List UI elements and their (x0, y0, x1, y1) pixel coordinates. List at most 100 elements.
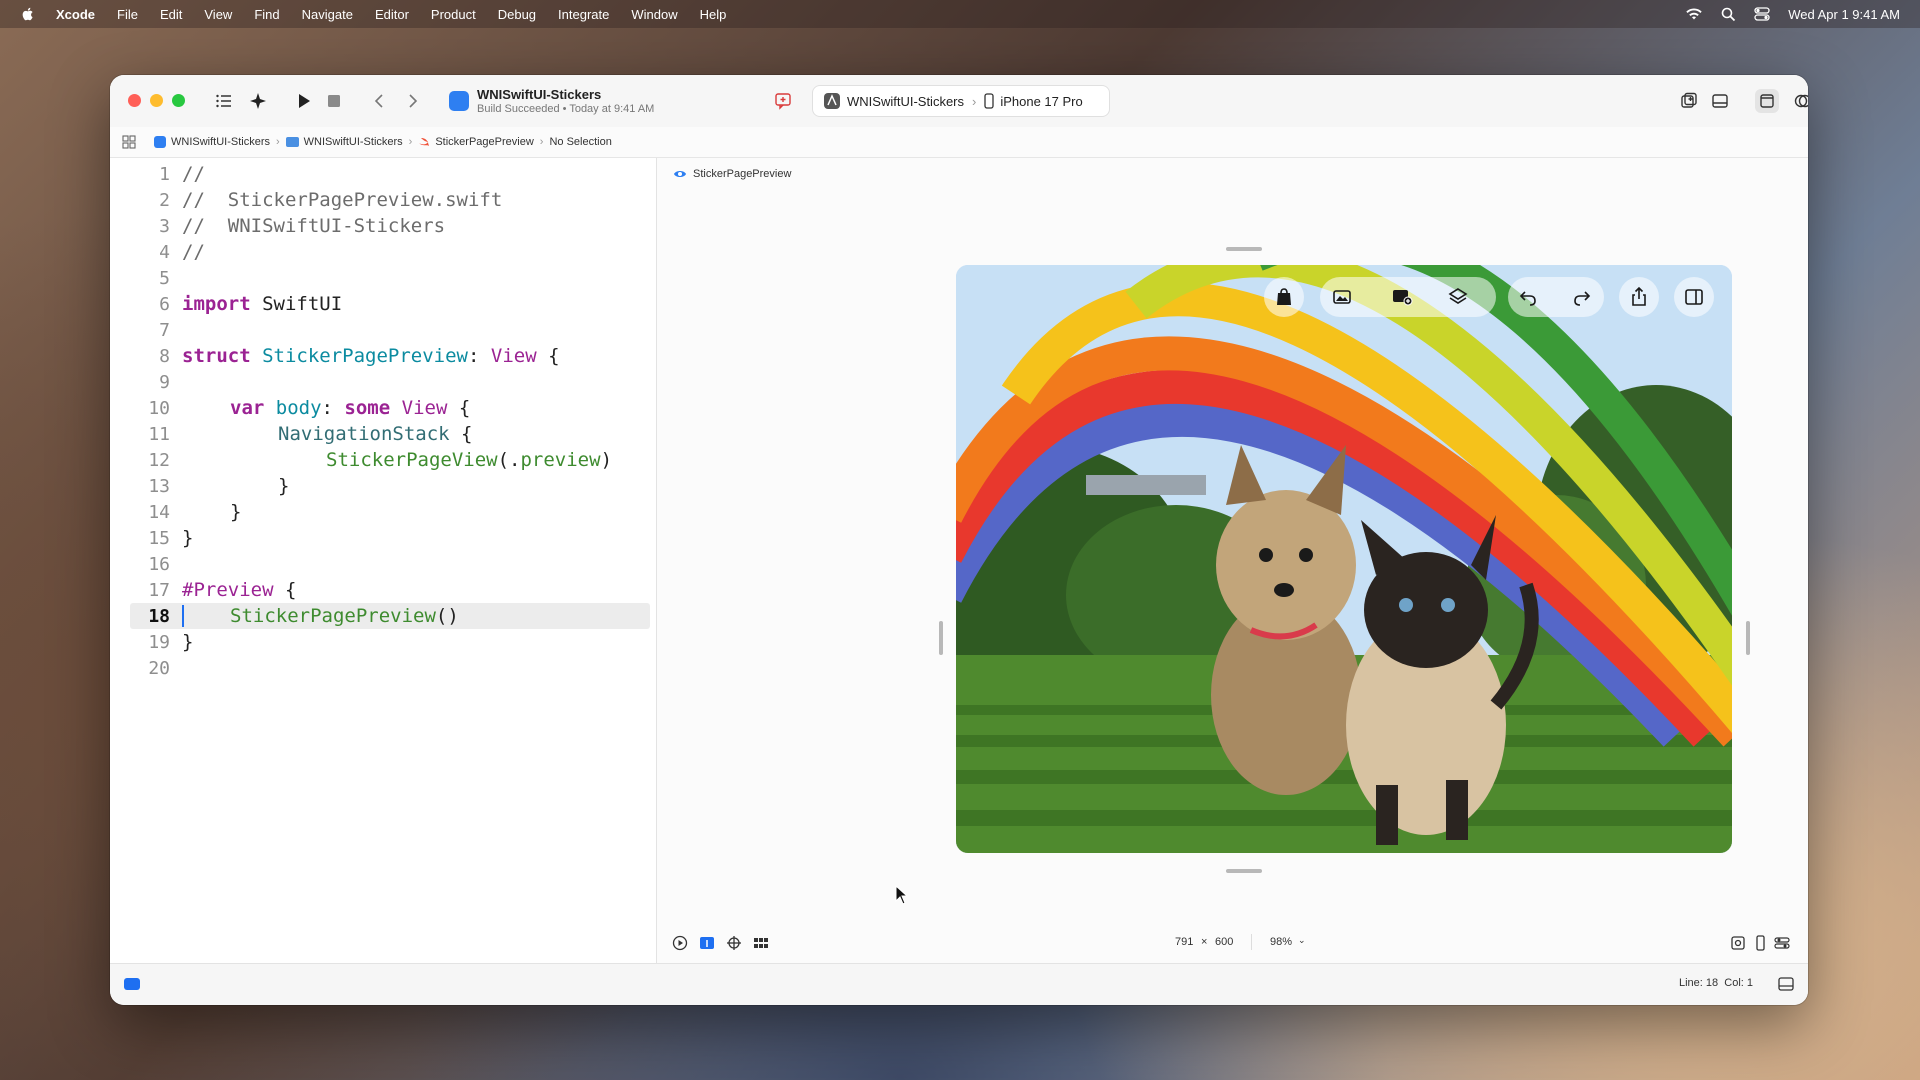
menu-editor[interactable]: Editor (375, 7, 409, 22)
editor-layout-icon[interactable] (1755, 89, 1779, 113)
selectable-mode-icon[interactable] (699, 935, 715, 951)
path-item-project[interactable]: WNISwiftUI-Stickers (171, 136, 270, 148)
sticker-bag-button[interactable] (1264, 277, 1304, 317)
add-photo-button[interactable] (1382, 277, 1422, 317)
live-preview-icon[interactable] (672, 935, 688, 951)
menu-integrate[interactable]: Integrate (558, 7, 609, 22)
swift-file-icon (419, 138, 430, 146)
path-chevron-icon: › (276, 136, 280, 148)
redo-button[interactable] (1562, 277, 1602, 317)
canvas-size-height: 600 (1215, 936, 1234, 948)
sidebar-button[interactable] (1674, 277, 1714, 317)
canvas-size-width: 791 (1175, 936, 1194, 948)
coding-assistant-icon[interactable] (246, 89, 270, 113)
code-line[interactable]: 19} (130, 629, 650, 655)
xcode-window: WNISwiftUI-Stickers Build Succeeded • To… (110, 75, 1808, 1005)
device-settings-icon[interactable] (1774, 935, 1790, 951)
resize-handle-bottom[interactable] (1226, 869, 1262, 873)
menu-window[interactable]: Window (631, 7, 677, 22)
undo-button[interactable] (1508, 277, 1548, 317)
path-item-selection[interactable]: No Selection (549, 136, 611, 148)
code-line[interactable]: 12 StickerPageView (. preview) (130, 447, 650, 473)
bag-icon (1277, 288, 1291, 305)
back-arrow-icon[interactable] (368, 89, 392, 113)
line-number: 8 (159, 345, 170, 367)
code-line[interactable]: 10 var body: some View { (130, 395, 650, 421)
code-line[interactable]: 4 // (130, 239, 650, 265)
share-button[interactable] (1619, 277, 1659, 317)
library-icon[interactable] (1677, 89, 1701, 113)
menu-help[interactable]: Help (700, 7, 727, 22)
code-line[interactable]: 7 (130, 317, 650, 343)
code-line[interactable]: 17 #Preview { (130, 577, 650, 603)
review-changes-icon[interactable] (1791, 89, 1808, 113)
scheme-name[interactable]: WNISwiftUI-Stickers (847, 94, 964, 109)
minimize-window-button[interactable] (150, 94, 163, 107)
menu-view[interactable]: View (204, 7, 232, 22)
device-icon[interactable] (1752, 935, 1768, 951)
control-center-icon[interactable] (1754, 7, 1770, 21)
zoom-window-button[interactable] (172, 94, 185, 107)
menu-app[interactable]: Xcode (56, 7, 95, 22)
code-line[interactable]: 3 // WNISwiftUI-Stickers (130, 213, 650, 239)
photo-button[interactable] (1322, 277, 1362, 317)
debug-area-toggle-icon[interactable] (124, 978, 140, 990)
code-line[interactable]: 20 (130, 655, 650, 681)
layers-button[interactable] (1438, 277, 1478, 317)
code-line[interactable]: 16 (130, 551, 650, 577)
resize-handle-right[interactable] (1746, 621, 1750, 655)
code-keyword: struct (182, 345, 251, 367)
code-line[interactable]: 9 (130, 369, 650, 395)
resize-handle-top[interactable] (1226, 247, 1262, 251)
add-feedback-icon[interactable] (771, 89, 795, 113)
code-line[interactable]: 1 // (130, 161, 650, 187)
sticker-page-preview[interactable] (956, 265, 1732, 853)
menu-edit[interactable]: Edit (160, 7, 182, 22)
menu-find[interactable]: Find (254, 7, 279, 22)
menu-product[interactable]: Product (431, 7, 476, 22)
canvas-toggle-icon[interactable] (1708, 89, 1732, 113)
scheme-selector[interactable]: WNISwiftUI-Stickers › iPhone 17 Pro (812, 85, 1110, 117)
search-icon[interactable] (1721, 7, 1736, 22)
menu-navigate[interactable]: Navigate (302, 7, 353, 22)
code-line[interactable]: 15} (130, 525, 650, 551)
zoom-to-fit-icon[interactable] (1730, 935, 1746, 951)
code-line[interactable]: 8 struct StickerPagePreview: View { (130, 343, 650, 369)
preview-canvas[interactable]: StickerPagePreview (657, 158, 1808, 963)
code-line-current[interactable]: 18 StickerPagePreview() (130, 603, 650, 629)
related-items-icon[interactable] (122, 135, 136, 149)
run-button[interactable] (292, 89, 316, 113)
wifi-icon[interactable] (1685, 7, 1703, 21)
undo-icon (1519, 291, 1536, 306)
source-editor[interactable]: 1 // 2 // StickerPagePreview.swift 3 // WNI… (110, 158, 657, 963)
apple-icon[interactable] (20, 6, 36, 22)
grid-icon[interactable] (753, 935, 769, 951)
code-line[interactable]: 6 import SwiftUI (130, 291, 650, 317)
navigator-toggle-icon[interactable] (212, 89, 236, 113)
zoom-chevron-icon[interactable]: ⌄ (1298, 935, 1306, 946)
zoom-level[interactable]: 98% (1270, 936, 1292, 948)
cursor-position: Line: 18 Col: 1 (1679, 977, 1753, 989)
code-line[interactable]: 13} (130, 473, 650, 499)
code-line[interactable]: 14} (130, 499, 650, 525)
close-window-button[interactable] (128, 94, 141, 107)
debug-area-icon[interactable] (1778, 976, 1794, 992)
variants-icon[interactable] (726, 935, 742, 951)
share-icon (1632, 286, 1646, 306)
line-number: 11 (148, 423, 170, 445)
run-destination[interactable]: iPhone 17 Pro (1000, 94, 1082, 109)
code-line[interactable]: 2 // StickerPagePreview.swift (130, 187, 650, 213)
resize-handle-left[interactable] (939, 621, 943, 655)
menu-clock[interactable]: Wed Apr 1 9:41 AM (1788, 7, 1900, 22)
menu-debug[interactable]: Debug (498, 7, 536, 22)
preview-label[interactable]: StickerPagePreview (673, 168, 791, 180)
path-item-group[interactable]: WNISwiftUI-Stickers (304, 136, 403, 148)
code-line[interactable]: 5 (130, 265, 650, 291)
stop-button[interactable] (322, 89, 346, 113)
code-line[interactable]: 11 NavigationStack { (130, 421, 650, 447)
forward-arrow-icon[interactable] (400, 89, 424, 113)
code-call: StickerPagePreview (230, 605, 436, 627)
line-number: 4 (159, 241, 170, 263)
path-item-file[interactable]: StickerPagePreview (435, 136, 533, 148)
menu-file[interactable]: File (117, 7, 138, 22)
